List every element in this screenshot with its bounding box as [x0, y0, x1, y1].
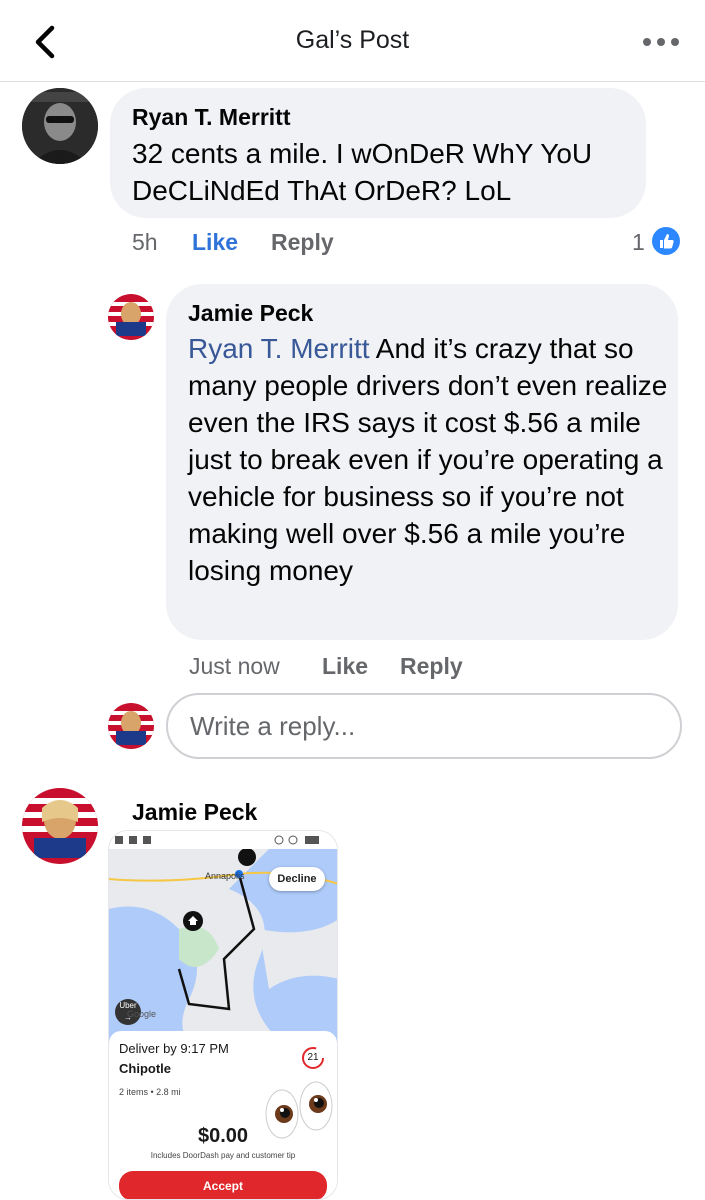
- comment-text: 32 cents a mile. I wOnDeR WhY YoU DeCLiN…: [132, 138, 593, 206]
- comment-body: And it’s crazy that so many people drive…: [188, 333, 668, 586]
- page-title: Gal’s Post: [295, 26, 410, 54]
- avatar: [108, 703, 154, 749]
- timer-value: 21: [307, 1052, 319, 1063]
- avatar[interactable]: [108, 294, 154, 340]
- attached-screenshot[interactable]: Annapolis Decline Uber → Google Deliver b…: [108, 830, 338, 1200]
- store-name: Chipotle: [119, 1061, 171, 1076]
- more-dots-icon: [643, 38, 679, 46]
- comment-author[interactable]: Ryan T. Merritt: [132, 104, 290, 131]
- like-reaction-icon[interactable]: [650, 225, 682, 257]
- map-place-label: Annapolis: [205, 871, 245, 881]
- like-button[interactable]: Like: [192, 229, 238, 256]
- comment-text: Ryan T. Merritt And it’s crazy that so m…: [188, 330, 668, 589]
- reply-input[interactable]: [168, 695, 680, 757]
- accept-button[interactable]: Accept: [119, 1171, 327, 1199]
- avatar[interactable]: [22, 88, 98, 164]
- countdown-timer: 21: [301, 1046, 325, 1070]
- comment-timestamp: Just now: [189, 653, 280, 679]
- reply-button[interactable]: Reply: [400, 653, 463, 680]
- more-options-button[interactable]: [639, 28, 683, 56]
- mention-link[interactable]: Ryan T. Merritt: [188, 333, 370, 364]
- decline-button[interactable]: Decline: [269, 867, 325, 891]
- top-bar: Gal’s Post: [0, 0, 705, 82]
- eyes-emoji-icon: [265, 1081, 333, 1139]
- map-brand: Google: [127, 1009, 157, 1019]
- avatar[interactable]: [22, 788, 98, 864]
- like-button[interactable]: Like: [322, 653, 368, 680]
- route-map: Annapolis Decline Uber → Google: [109, 848, 337, 1059]
- comment-bubble: Jamie Peck Ryan T. Merritt And it’s craz…: [166, 284, 678, 640]
- status-bar: [109, 831, 337, 849]
- reply-button[interactable]: Reply: [271, 229, 334, 256]
- reply-field[interactable]: [166, 693, 682, 759]
- order-info: 2 items • 2.8 mi: [119, 1087, 181, 1097]
- deliver-by-text: Deliver by 9:17 PM: [119, 1041, 229, 1056]
- comment-bubble: Ryan T. Merritt 32 cents a mile. I wOnDe…: [110, 88, 646, 218]
- comment-author[interactable]: Jamie Peck: [132, 799, 257, 826]
- comment-timestamp: 5h: [132, 229, 158, 255]
- reaction-count[interactable]: 1: [632, 229, 645, 256]
- comment-author[interactable]: Jamie Peck: [188, 300, 313, 327]
- pay-note: Includes DoorDash pay and customer tip: [150, 1151, 296, 1160]
